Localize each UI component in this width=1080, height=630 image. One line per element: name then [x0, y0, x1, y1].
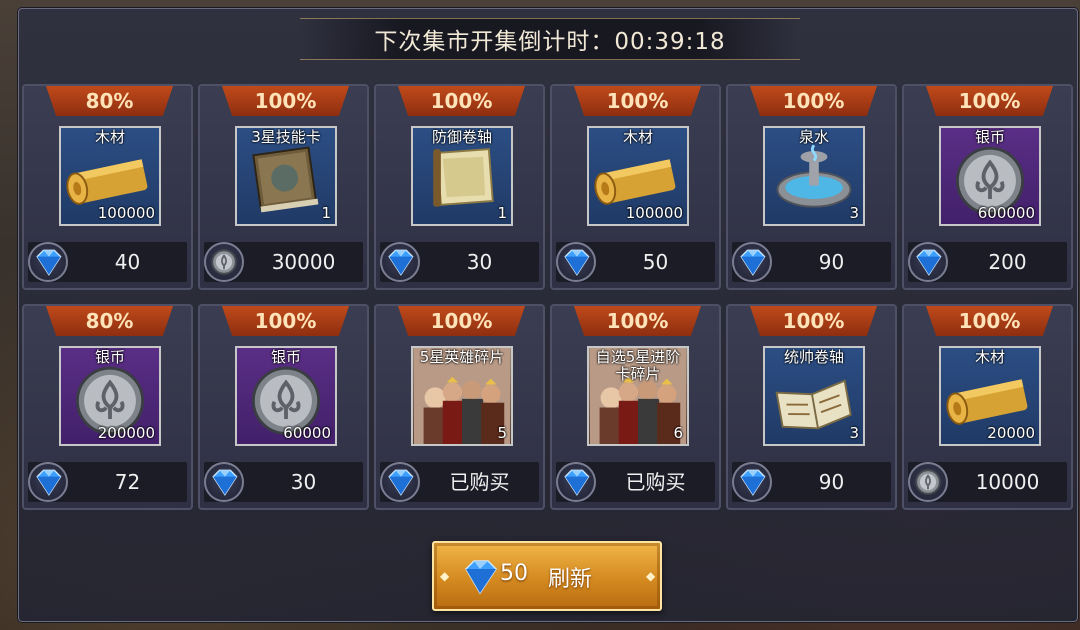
shop-item-card[interactable]: 80% 银币 200000 72	[22, 304, 193, 510]
shop-item-card[interactable]: 100% 木材 20000 10000	[902, 304, 1073, 510]
item-price[interactable]: 30000	[244, 242, 363, 282]
item-icon-frame[interactable]: 木材 100000	[587, 126, 689, 226]
discount-badge: 100%	[926, 306, 1053, 336]
shop-item-card[interactable]: 100% 银币 60000 30	[198, 304, 369, 510]
item-quantity: 100000	[97, 204, 155, 222]
item-price[interactable]: 已购买	[596, 462, 715, 502]
shop-item-card[interactable]: 100% 统帅卷轴 3 90	[726, 304, 897, 510]
blue-gem-icon	[732, 242, 772, 282]
refresh-label: 刷新	[548, 567, 593, 592]
item-icon-frame[interactable]: 银币 600000	[939, 126, 1041, 226]
blue-gem-icon	[465, 560, 497, 595]
item-name: 木材	[974, 348, 1005, 366]
shop-item-card[interactable]: 100% 防御卷轴 1 30	[374, 84, 545, 290]
refresh-button[interactable]: ◆ 50 刷新 ◆	[432, 541, 662, 611]
discount-badge: 100%	[398, 86, 525, 116]
shop-grid: 80% 木材 100000 40 100% 3星技能卡 1 30000 100%	[22, 84, 1073, 510]
left-ornament-icon: ◆	[440, 569, 450, 583]
discount-badge: 80%	[46, 306, 173, 336]
item-quantity: 20000	[987, 424, 1035, 442]
discount-badge: 100%	[750, 306, 877, 336]
item-icon-frame[interactable]: 木材 100000	[59, 126, 161, 226]
refresh-cost: 50	[500, 561, 528, 586]
blue-gem-icon	[204, 462, 244, 502]
item-name: 银币	[94, 348, 125, 366]
item-price[interactable]: 30	[244, 462, 363, 502]
item-name: 自选5星进阶卡碎片	[595, 348, 681, 383]
shop-item-card[interactable]: 100% 泉水 3 90	[726, 84, 897, 290]
blue-gem-icon	[380, 462, 420, 502]
blue-gem-icon	[908, 242, 948, 282]
discount-badge: 100%	[222, 86, 349, 116]
item-icon-frame[interactable]: 木材 20000	[939, 346, 1041, 446]
market-countdown: 下次集市开集倒计时：00:39:18	[300, 18, 800, 60]
item-quantity: 60000	[283, 424, 331, 442]
item-price[interactable]: 72	[68, 462, 187, 502]
item-price[interactable]: 90	[772, 462, 891, 502]
shop-item-card[interactable]: 100% 木材 100000 50	[550, 84, 721, 290]
item-price[interactable]: 50	[596, 242, 715, 282]
item-icon-frame[interactable]: 5星英雄碎片 5	[411, 346, 513, 446]
item-quantity: 100000	[625, 204, 683, 222]
item-name: 防御卷轴	[431, 128, 492, 146]
item-quantity: 5	[497, 424, 507, 442]
discount-badge: 100%	[574, 306, 701, 336]
item-quantity: 1	[497, 204, 507, 222]
item-quantity: 1	[321, 204, 331, 222]
silver-coin-icon	[908, 462, 948, 502]
item-name: 银币	[974, 128, 1005, 146]
item-name: 木材	[94, 128, 125, 146]
item-icon-frame[interactable]: 泉水 3	[763, 126, 865, 226]
item-quantity: 3	[849, 424, 859, 442]
item-icon-frame[interactable]: 3星技能卡 1	[235, 126, 337, 226]
silver-coin-icon	[204, 242, 244, 282]
item-name: 银币	[270, 348, 301, 366]
blue-gem-icon	[28, 242, 68, 282]
item-name: 统帅卷轴	[783, 348, 844, 366]
item-quantity: 6	[673, 424, 683, 442]
item-price[interactable]: 10000	[948, 462, 1067, 502]
blue-gem-icon	[28, 462, 68, 502]
blue-gem-icon	[556, 462, 596, 502]
shop-item-card[interactable]: 100% 5星英雄碎片 5 已购买	[374, 304, 545, 510]
discount-badge: 100%	[750, 86, 877, 116]
item-name: 泉水	[798, 128, 829, 146]
item-icon-frame[interactable]: 银币 200000	[59, 346, 161, 446]
blue-gem-icon	[732, 462, 772, 502]
item-name: 木材	[622, 128, 653, 146]
item-icon-frame[interactable]: 银币 60000	[235, 346, 337, 446]
item-price[interactable]: 30	[420, 242, 539, 282]
item-price[interactable]: 40	[68, 242, 187, 282]
right-ornament-icon: ◆	[646, 569, 656, 583]
item-icon-frame[interactable]: 自选5星进阶卡碎片 6	[587, 346, 689, 446]
discount-badge: 100%	[574, 86, 701, 116]
shop-item-card[interactable]: 100% 银币 600000 200	[902, 84, 1073, 290]
discount-badge: 100%	[926, 86, 1053, 116]
item-quantity: 3	[849, 204, 859, 222]
item-icon-frame[interactable]: 统帅卷轴 3	[763, 346, 865, 446]
item-price[interactable]: 200	[948, 242, 1067, 282]
item-name: 5星英雄碎片	[419, 348, 505, 366]
item-quantity: 600000	[977, 204, 1035, 222]
shop-item-card[interactable]: 100% 自选5星进阶卡碎片 6 已购买	[550, 304, 721, 510]
discount-badge: 100%	[398, 306, 525, 336]
shop-item-card[interactable]: 100% 3星技能卡 1 30000	[198, 84, 369, 290]
discount-badge: 100%	[222, 306, 349, 336]
item-price[interactable]: 90	[772, 242, 891, 282]
item-icon-frame[interactable]: 防御卷轴 1	[411, 126, 513, 226]
blue-gem-icon	[380, 242, 420, 282]
item-name: 3星技能卡	[251, 128, 321, 146]
discount-badge: 80%	[46, 86, 173, 116]
shop-item-card[interactable]: 80% 木材 100000 40	[22, 84, 193, 290]
item-quantity: 200000	[97, 424, 155, 442]
blue-gem-icon	[556, 242, 596, 282]
item-price[interactable]: 已购买	[420, 462, 539, 502]
